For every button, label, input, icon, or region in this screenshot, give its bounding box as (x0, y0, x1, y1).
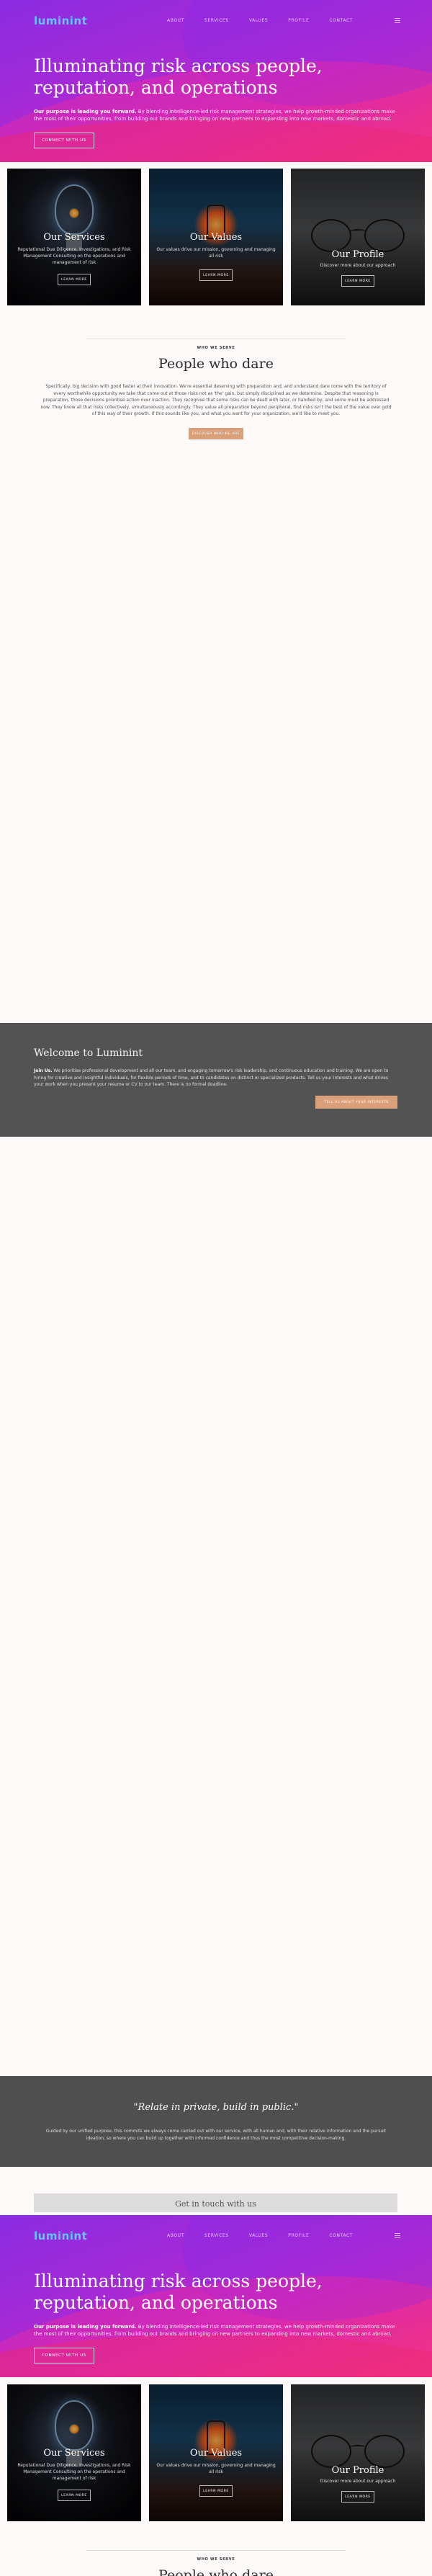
get-in-touch-bar[interactable]: Get in touch with us (34, 2193, 397, 2212)
services-card[interactable]: Our Services Reputational Due Diligence,… (7, 169, 141, 305)
welcome-text-body: We prioritise professional development a… (34, 1068, 389, 1087)
quote-sub: Guided by our unified purpose, this comm… (45, 2129, 387, 2141)
card-title: Our Values (189, 2448, 243, 2459)
profile-learn-more-button[interactable]: Learn more (341, 275, 374, 287)
nav-item-services[interactable]: Services (204, 18, 229, 23)
nav-item-about[interactable]: About (167, 2233, 184, 2238)
dare-eyebrow: WHO WE SERVE (197, 2557, 235, 2562)
dare-section-repeat: WHO WE SERVE People who dare (0, 2550, 432, 2576)
values-card[interactable]: Our Values Our values drive our mission,… (149, 2384, 283, 2521)
dare-body: Specifically, big decision with good fas… (40, 384, 392, 416)
top-nav: About Services Values Profile Contact (167, 2233, 353, 2238)
card-title: Our Services (43, 232, 105, 243)
profile-card[interactable]: Our Profile Discover more about our appr… (291, 2384, 425, 2521)
nav-item-values[interactable]: Values (249, 18, 268, 23)
menu-icon[interactable] (395, 2232, 400, 2238)
values-learn-more-button[interactable]: Learn more (199, 269, 233, 281)
menu-icon[interactable] (395, 17, 400, 23)
welcome-text: Join Us. We prioritise professional deve… (34, 1068, 397, 1088)
connect-button[interactable]: Connect with us (34, 2348, 94, 2363)
cards-row-repeat: Our Services Reputational Due Diligence,… (7, 2384, 425, 2521)
nav-item-contact[interactable]: Contact (329, 2233, 353, 2238)
nav-item-profile[interactable]: Profile (288, 18, 309, 23)
hero-section-repeat: luminint About Services Values Profile C… (0, 2215, 432, 2377)
card-desc: Our values drive our mission, governing … (156, 2463, 276, 2474)
welcome-title: Welcome to Luminint (34, 1047, 143, 1059)
welcome-text-bold: Join Us. (34, 1068, 53, 1073)
quote-section: "Relate in private, build in public." Gu… (0, 2076, 432, 2167)
card-desc: Reputational Due Diligence, Investigatio… (17, 2463, 131, 2481)
logo[interactable]: luminint (34, 14, 87, 27)
hero-title: Illuminating risk across people, reputat… (34, 2271, 323, 2313)
hero-lead-bold: Our purpose is leading you forward. (34, 2324, 137, 2330)
services-learn-more-button[interactable]: Learn more (58, 274, 91, 285)
nav-item-about[interactable]: About (167, 18, 184, 23)
card-desc: Discover more about our approach (320, 263, 396, 268)
card-desc: Our values drive our mission, governing … (156, 247, 276, 259)
hero-lead: Our purpose is leading you forward. By b… (34, 2323, 397, 2338)
hero-title: Illuminating risk across people, reputat… (34, 55, 323, 98)
hero-section: luminint About Services Values Profile C… (0, 0, 432, 162)
discover-button[interactable]: Discover who we are (189, 428, 243, 439)
values-card[interactable]: Our Values Our values drive our mission,… (149, 169, 283, 305)
profile-card[interactable]: Our Profile Discover more about our appr… (291, 169, 425, 305)
top-nav: About Services Values Profile Contact (167, 18, 353, 23)
card-desc: Discover more about our approach (320, 2479, 396, 2484)
dare-title: People who dare (158, 2567, 274, 2576)
services-card[interactable]: Our Services Reputational Due Diligence,… (7, 2384, 141, 2521)
dare-eyebrow: WHO WE SERVE (197, 346, 235, 350)
quote-text: "Relate in private, build in public." (133, 2102, 299, 2113)
cards-row: Our Services Reputational Due Diligence,… (7, 169, 425, 305)
hero-lead-bold: Our purpose is leading you forward. (34, 109, 137, 115)
profile-learn-more-button[interactable]: Learn more (341, 2491, 374, 2503)
dare-title: People who dare (158, 356, 274, 372)
nav-item-profile[interactable]: Profile (288, 2233, 309, 2238)
card-title: Our Values (189, 232, 243, 243)
connect-button[interactable]: Connect with us (34, 133, 94, 148)
logo[interactable]: luminint (34, 2230, 87, 2242)
card-title: Our Profile (331, 249, 384, 260)
values-learn-more-button[interactable]: Learn more (199, 2485, 233, 2497)
card-title: Our Services (43, 2448, 105, 2459)
nav-item-services[interactable]: Services (204, 2233, 229, 2238)
interests-button[interactable]: Tell us about your interests (315, 1096, 397, 1109)
nav-item-values[interactable]: Values (249, 2233, 268, 2238)
card-title: Our Profile (331, 2465, 384, 2476)
divider (86, 2550, 346, 2551)
services-learn-more-button[interactable]: Learn more (58, 2490, 91, 2501)
nav-item-contact[interactable]: Contact (329, 18, 353, 23)
hero-lead: Our purpose is leading you forward. By b… (34, 108, 397, 122)
card-desc: Reputational Due Diligence, Investigatio… (17, 247, 131, 265)
welcome-section: Welcome to Luminint Join Us. We prioriti… (0, 1023, 432, 1137)
